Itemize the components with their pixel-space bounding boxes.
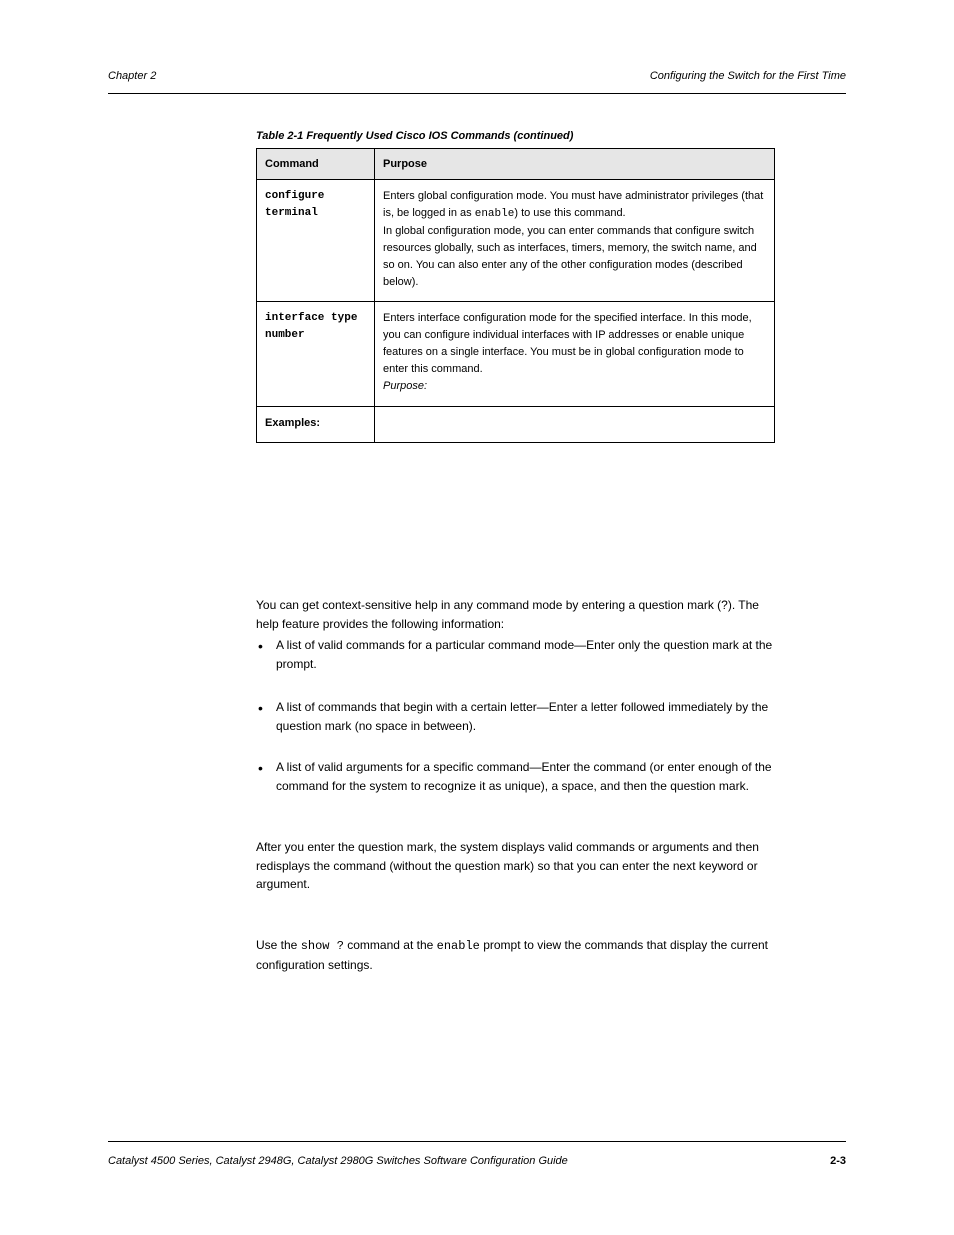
- header-rule: [108, 93, 846, 94]
- table-row: interface type number Enters interface c…: [257, 302, 775, 406]
- cmd-interface: interface type number: [257, 302, 375, 406]
- footer-doc-title: Catalyst 4500 Series, Catalyst 2948G, Ca…: [108, 1155, 568, 1167]
- desc-examples: [375, 406, 775, 442]
- col-header-command: Command: [257, 149, 375, 180]
- desc-interface: Enters interface configuration mode for …: [375, 302, 775, 406]
- col-header-purpose: Purpose: [375, 149, 775, 180]
- cmd-examples: Examples:: [257, 406, 375, 442]
- body-paragraph-help-intro: You can get context-sensitive help in an…: [256, 596, 774, 633]
- bullet-list-all-commands: A list of valid commands for a particula…: [276, 636, 774, 673]
- table-row: Examples:: [257, 406, 775, 442]
- desc-configure-terminal: Enters global configuration mode. You mu…: [375, 180, 775, 302]
- cmd-configure-terminal: configure terminal: [257, 180, 375, 302]
- commands-table: Command Purpose configure terminal Enter…: [256, 148, 775, 443]
- table-caption: Table 2-1 Frequently Used Cisco IOS Comm…: [256, 130, 573, 142]
- header-left: Chapter 2: [108, 70, 156, 82]
- body-paragraph-redisplay: After you enter the question mark, the s…: [256, 838, 774, 894]
- body-paragraph-show: Use the show ? command at the enable pro…: [256, 936, 774, 974]
- header-right: Configuring the Switch for the First Tim…: [650, 70, 846, 82]
- table-row: configure terminal Enters global configu…: [257, 180, 775, 302]
- bullet-list-args: A list of valid arguments for a specific…: [276, 758, 774, 795]
- table-header-row: Command Purpose: [257, 149, 775, 180]
- page-header: Chapter 2 Configuring the Switch for the…: [108, 70, 846, 82]
- footer-page-number: 2-3: [830, 1155, 846, 1167]
- bullet-list-prefix: A list of commands that begin with a cer…: [276, 698, 774, 735]
- footer-rule: [108, 1141, 846, 1142]
- page-footer: Catalyst 4500 Series, Catalyst 2948G, Ca…: [108, 1155, 846, 1167]
